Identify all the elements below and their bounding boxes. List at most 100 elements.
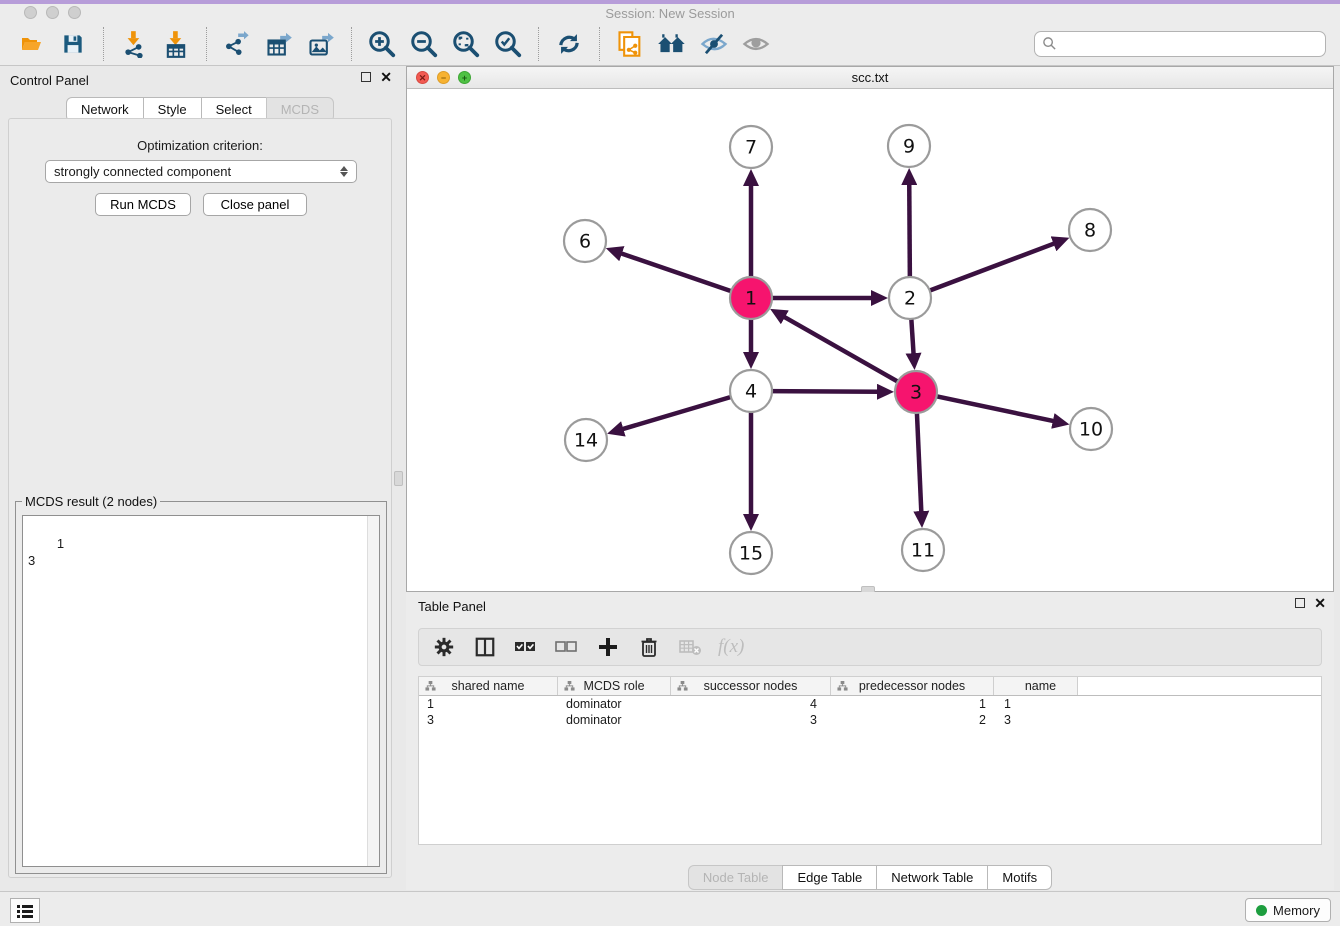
selected-criterion: strongly connected component	[54, 164, 231, 179]
import-network-icon[interactable]	[118, 28, 150, 60]
graph-node-label: 10	[1079, 419, 1103, 441]
graph-edge[interactable]	[909, 183, 910, 280]
delete-column-icon[interactable]	[677, 634, 703, 660]
tab-network-table[interactable]: Network Table	[876, 865, 988, 890]
function-builder-icon[interactable]: f(x)	[718, 636, 744, 658]
graph-edge[interactable]	[620, 253, 734, 292]
network-title: scc.txt	[407, 70, 1333, 85]
list-icon	[16, 903, 34, 919]
column-header-name[interactable]: name	[994, 677, 1078, 695]
network-canvas[interactable]: 1234678910111415	[407, 89, 1333, 591]
delete-row-trash-icon[interactable]	[636, 634, 662, 660]
graph-node-label: 14	[574, 430, 598, 452]
task-history-button[interactable]	[10, 898, 40, 923]
cell-name[interactable]: 3	[994, 713, 1078, 727]
splitter-handle-vertical[interactable]	[394, 471, 403, 486]
graph-edge[interactable]	[769, 391, 879, 392]
cell-successor-nodes[interactable]: 4	[671, 697, 831, 711]
graph-edge[interactable]	[783, 316, 900, 383]
cell-name[interactable]: 1	[994, 697, 1078, 711]
table-row[interactable]: 3 dominator 3 2 3	[419, 712, 1321, 728]
graph-node-label: 2	[904, 288, 916, 310]
table-settings-gear-icon[interactable]	[431, 634, 457, 660]
hide-selected-icon[interactable]	[698, 28, 730, 60]
column-header-shared-name[interactable]: shared name	[419, 677, 558, 695]
show-all-icon[interactable]	[740, 28, 772, 60]
open-session-icon[interactable]	[15, 28, 47, 60]
toolbar-separator	[206, 27, 207, 61]
network-window-titlebar[interactable]: ✕ − + scc.txt	[407, 67, 1333, 89]
search-input[interactable]	[1057, 36, 1318, 51]
cell-mcds-role[interactable]: dominator	[558, 697, 671, 711]
table-toolbar: f(x)	[418, 628, 1322, 666]
export-image-icon[interactable]	[305, 28, 337, 60]
zoom-out-icon[interactable]	[408, 28, 440, 60]
toolbar-separator	[103, 27, 104, 61]
graph-node-label: 7	[745, 137, 757, 159]
mcds-tab-content: Optimization criterion: strongly connect…	[8, 118, 392, 878]
memory-label: Memory	[1273, 903, 1320, 918]
export-network-icon[interactable]	[221, 28, 253, 60]
graph-node-label: 1	[745, 288, 757, 310]
graph-node-label: 6	[579, 231, 591, 253]
graph-edge[interactable]	[927, 243, 1056, 292]
tab-edge-table[interactable]: Edge Table	[782, 865, 877, 890]
graph-edge[interactable]	[917, 410, 922, 513]
cell-shared-name[interactable]: 3	[419, 713, 558, 727]
export-table-icon[interactable]	[263, 28, 295, 60]
table-header-row: shared name MCDS role successor nodes pr…	[419, 677, 1321, 696]
graph-node-label: 3	[910, 382, 922, 404]
close-panel-icon[interactable]: ✕	[380, 72, 392, 82]
run-mcds-button[interactable]: Run MCDS	[95, 193, 191, 216]
close-table-panel-icon[interactable]: ✕	[1314, 598, 1326, 608]
deselect-all-rows-icon[interactable]	[554, 634, 580, 660]
mcds-result-list[interactable]: 1 3	[22, 515, 380, 867]
graph-edge[interactable]	[911, 316, 913, 355]
main-toolbar	[0, 22, 1340, 66]
column-header-predecessor-nodes[interactable]: predecessor nodes	[831, 677, 994, 695]
cell-shared-name[interactable]: 1	[419, 697, 558, 711]
close-panel-button[interactable]: Close panel	[203, 193, 307, 216]
column-type-icon	[837, 681, 848, 692]
cell-successor-nodes[interactable]: 3	[671, 713, 831, 727]
refresh-icon[interactable]	[553, 28, 585, 60]
graph-node-label: 11	[911, 540, 935, 562]
graph-edge[interactable]	[934, 396, 1055, 422]
float-table-panel-icon[interactable]	[1295, 598, 1305, 608]
toggle-column-panel-icon[interactable]	[472, 634, 498, 660]
add-column-icon[interactable]	[595, 634, 621, 660]
tab-node-table[interactable]: Node Table	[688, 865, 784, 890]
column-header-mcds-role[interactable]: MCDS role	[558, 677, 671, 695]
network-view-window: ✕ − + scc.txt 1234678910111415	[406, 66, 1334, 592]
save-session-icon[interactable]	[57, 28, 89, 60]
first-neighbors-icon[interactable]	[656, 28, 688, 60]
column-type-icon	[677, 681, 688, 692]
control-panel: Control Panel ✕ Network Style Select MCD…	[0, 66, 400, 893]
column-header-successor-nodes[interactable]: successor nodes	[671, 677, 831, 695]
graph-node-label: 15	[739, 543, 763, 565]
import-table-icon[interactable]	[160, 28, 192, 60]
node-table[interactable]: shared name MCDS role successor nodes pr…	[418, 676, 1322, 845]
graph-edge[interactable]	[621, 396, 733, 429]
memory-button[interactable]: Memory	[1245, 898, 1331, 922]
cell-predecessor-nodes[interactable]: 2	[831, 713, 994, 727]
search-field[interactable]	[1034, 31, 1326, 57]
clone-network-icon[interactable]	[614, 28, 646, 60]
optimization-criterion-select[interactable]: strongly connected component	[45, 160, 357, 183]
result-scrollbar[interactable]	[367, 516, 379, 866]
status-bar: Memory	[0, 891, 1340, 926]
select-all-rows-icon[interactable]	[513, 634, 539, 660]
mcds-result-group: MCDS result (2 nodes) 1 3	[15, 494, 387, 874]
zoom-in-icon[interactable]	[366, 28, 398, 60]
memory-status-icon	[1256, 905, 1267, 916]
cell-predecessor-nodes[interactable]: 1	[831, 697, 994, 711]
float-panel-icon[interactable]	[361, 72, 371, 82]
zoom-fit-icon[interactable]	[450, 28, 482, 60]
graph-node-label: 9	[903, 136, 915, 158]
mcds-result-title: MCDS result (2 nodes)	[22, 494, 160, 509]
tab-motifs[interactable]: Motifs	[987, 865, 1052, 890]
cell-mcds-role[interactable]: dominator	[558, 713, 671, 727]
table-row[interactable]: 1 dominator 4 1 1	[419, 696, 1321, 712]
zoom-selected-icon[interactable]	[492, 28, 524, 60]
table-panel-title: Table Panel	[418, 599, 486, 614]
